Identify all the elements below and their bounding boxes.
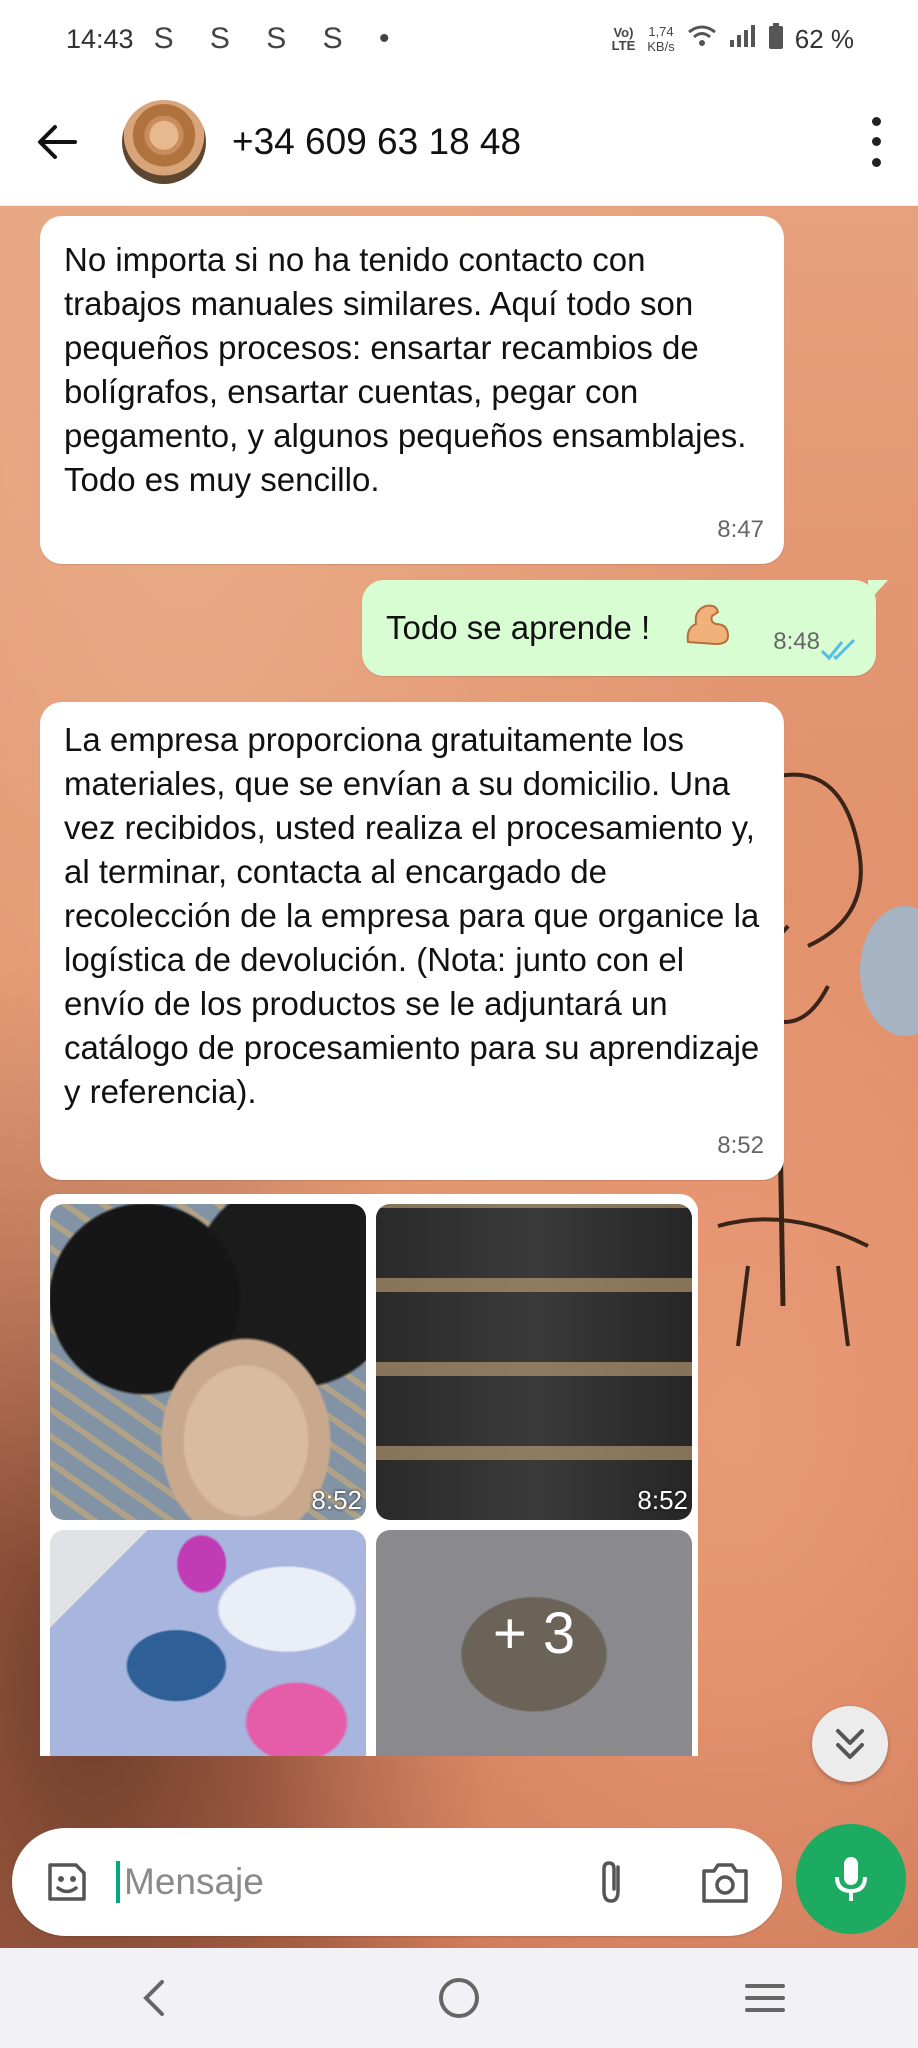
chat-area[interactable]: No importa si no ha tenido contacto con …	[0, 206, 918, 1948]
nav-home-icon	[439, 1978, 479, 2018]
message-time: 8:48	[773, 628, 820, 655]
speed-unit: KB/s	[647, 39, 675, 54]
message-composer	[12, 1828, 782, 1936]
message-input[interactable]	[116, 1861, 546, 1903]
back-button[interactable]	[28, 113, 86, 171]
nav-home-button[interactable]	[429, 1968, 489, 2028]
outgoing-message[interactable]: Todo se aprende ! 8:48	[362, 580, 888, 676]
more-options-button[interactable]	[864, 116, 888, 167]
contact-name[interactable]: +34 609 63 18 48	[232, 121, 521, 163]
attach-icon[interactable]	[588, 1857, 634, 1907]
album-image-collage[interactable]	[50, 1530, 366, 1756]
status-bar: 14:43 S S S S • Vo) LTE 1,74 KB/s 62 %	[0, 0, 918, 78]
more-images-count: + 3	[492, 1601, 576, 1666]
voice-message-button[interactable]	[796, 1824, 906, 1934]
status-time: 14:43	[66, 23, 134, 54]
camera-icon[interactable]	[700, 1859, 750, 1905]
system-navigation-bar	[0, 1948, 918, 2048]
back-arrow-icon	[38, 124, 77, 159]
signal-icon	[729, 24, 757, 55]
microphone-icon	[835, 1857, 867, 1901]
wifi-icon	[687, 24, 717, 55]
incoming-message[interactable]: No importa si no ha tenido contacto con …	[40, 216, 784, 564]
scroll-to-bottom-button[interactable]	[812, 1706, 888, 1782]
avatar[interactable]	[122, 99, 206, 184]
speed-value: 1,74	[648, 24, 674, 39]
battery-icon	[768, 22, 783, 56]
nav-back-icon	[143, 1980, 164, 2016]
double-chevron-down-icon	[836, 1729, 864, 1759]
status-right: Vo) LTE 1,74 KB/s 62 %	[611, 22, 854, 56]
chat-header: +34 609 63 18 48	[0, 78, 918, 206]
flexed-biceps-icon	[686, 604, 730, 646]
image-time: 8:52	[311, 1485, 362, 1515]
incoming-message[interactable]: La empresa proporciona gratuitamente los…	[40, 702, 784, 1180]
message-time: 8:52	[717, 1132, 764, 1159]
nav-back-button[interactable]	[123, 1968, 183, 2028]
volte-icon: Vo) LTE	[611, 25, 636, 53]
nav-recents-icon	[745, 1984, 785, 2012]
read-receipt-icon	[820, 638, 856, 661]
more-vert-icon	[871, 116, 881, 126]
notification-icons: S S S S •	[153, 22, 404, 55]
nav-recents-button[interactable]	[735, 1968, 795, 2028]
image-time: 8:52	[637, 1485, 688, 1515]
album-image-hair-ties[interactable]: 8:52	[50, 1204, 366, 1520]
network-speed: 1,74 KB/s	[647, 24, 674, 54]
message-text: La empresa proporciona gratuitamente los…	[64, 721, 760, 1110]
message-text: No importa si no ha tenido contacto con …	[64, 241, 747, 498]
battery-percent: 62 %	[794, 23, 854, 54]
message-time: 8:47	[717, 516, 764, 543]
bubble-tail	[868, 580, 888, 602]
album-image-hairclips[interactable]: 8:52	[376, 1204, 692, 1520]
image-album: 8:52 8:52 + 3	[40, 1194, 698, 1756]
album-image-more[interactable]: + 3	[376, 1530, 692, 1756]
sticker-emoji-icon[interactable]	[42, 1857, 92, 1907]
